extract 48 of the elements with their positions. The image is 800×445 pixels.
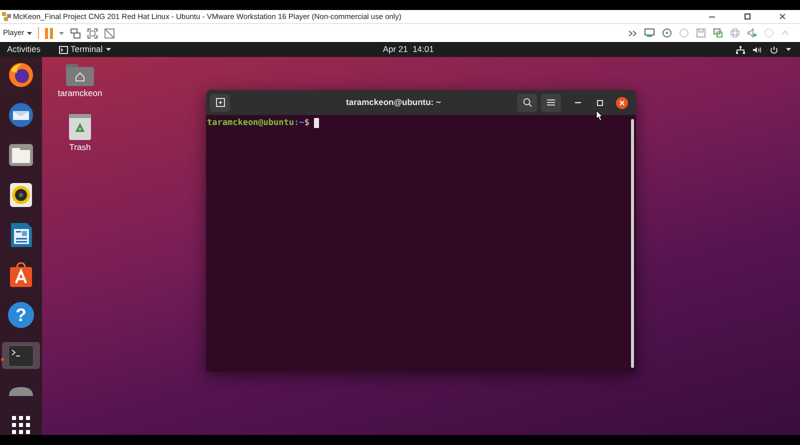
- clock[interactable]: Apr 21 14:01: [382, 43, 434, 56]
- close-icon[interactable]: [779, 13, 786, 20]
- display-icon[interactable]: [713, 28, 723, 38]
- close-icon[interactable]: [616, 96, 628, 108]
- devices-icon[interactable]: [70, 28, 82, 38]
- prompt-symbol: $: [304, 118, 310, 129]
- new-tab-button[interactable]: [210, 94, 230, 112]
- arrows-icon[interactable]: [628, 30, 637, 36]
- search-icon: [522, 98, 532, 107]
- activities-button[interactable]: Activities: [7, 43, 41, 56]
- minimize-icon[interactable]: [575, 102, 581, 104]
- dropdown-caret-icon[interactable]: [59, 32, 64, 34]
- folder-icon[interactable]: [8, 142, 34, 168]
- help-icon[interactable]: ?: [8, 302, 34, 328]
- speaker-icon[interactable]: [8, 182, 34, 208]
- sound-card-icon[interactable]: [747, 28, 757, 38]
- cd-icon[interactable]: [662, 28, 672, 38]
- caret-icon: [27, 32, 32, 34]
- mail-icon[interactable]: [8, 102, 34, 128]
- fullscreen-icon[interactable]: [87, 28, 98, 38]
- caret-icon[interactable]: [786, 48, 791, 51]
- home-folder-icon[interactable]: [66, 64, 94, 86]
- icon-label[interactable]: taramckeon: [58, 87, 102, 100]
- terminal-icon: [58, 46, 68, 54]
- mouse-pointer-icon: [596, 110, 603, 121]
- scrollbar-thumb[interactable]: [630, 119, 634, 368]
- shopping-bag-icon[interactable]: [8, 262, 34, 288]
- document-icon[interactable]: [8, 222, 34, 248]
- terminal-icon[interactable]: [8, 344, 34, 367]
- prompt-path: :~: [294, 118, 304, 129]
- icon-label[interactable]: Trash: [69, 140, 91, 154]
- app-icon[interactable]: [9, 386, 33, 396]
- window-title: taramckeon@ubuntu: ~: [346, 96, 441, 109]
- firefox-icon[interactable]: [8, 62, 34, 88]
- menu-icon: [547, 99, 555, 106]
- power-icon[interactable]: [770, 46, 778, 54]
- menu-button[interactable]: [541, 94, 561, 112]
- volume-icon[interactable]: [753, 46, 762, 54]
- maximize-icon[interactable]: [744, 13, 751, 20]
- network-icon[interactable]: [736, 46, 745, 54]
- prompt-user: taramckeon@ubuntu: [207, 118, 294, 129]
- new-tab-icon: [216, 98, 224, 107]
- text-cursor: [314, 118, 320, 128]
- trash-icon[interactable]: [69, 114, 91, 140]
- search-button[interactable]: [517, 94, 537, 112]
- caret-icon: [106, 48, 111, 51]
- terminal-app-menu[interactable]: Terminal: [58, 43, 111, 56]
- app-grid-icon[interactable]: [12, 416, 30, 434]
